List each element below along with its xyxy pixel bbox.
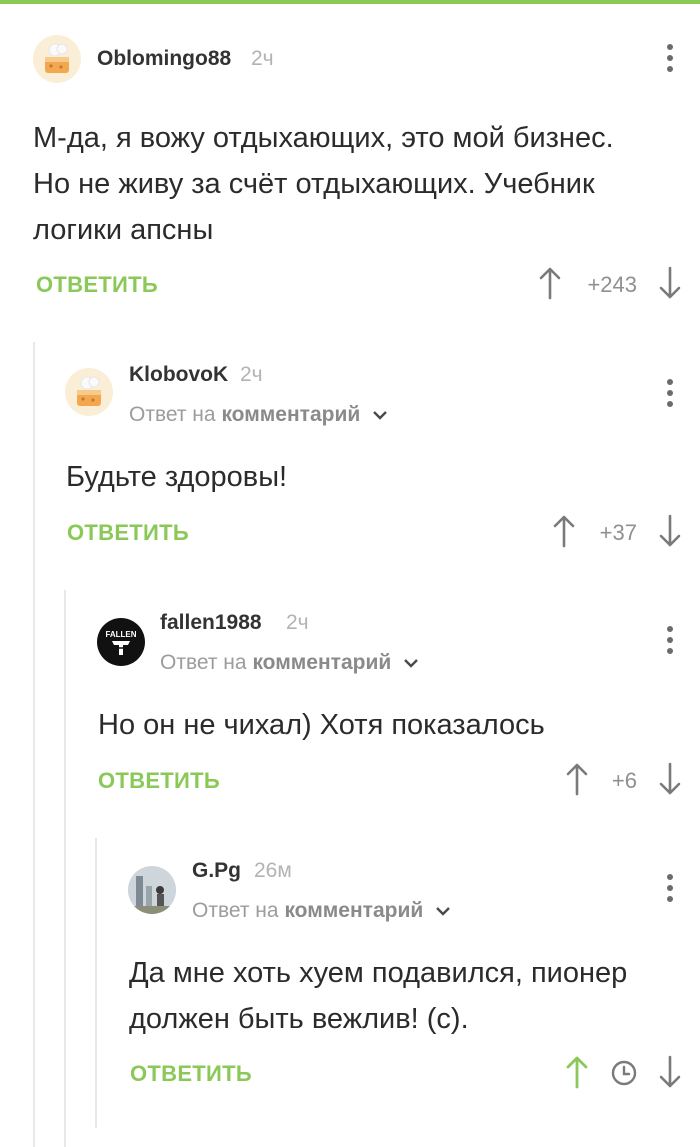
chevron-down-icon — [373, 411, 387, 421]
more-menu-icon[interactable] — [655, 622, 685, 658]
avatar-logo-text: FALLEN — [105, 630, 136, 639]
cake-avatar-icon — [77, 376, 101, 406]
clock-icon — [611, 1060, 637, 1086]
chevron-down-icon — [404, 659, 418, 669]
reply-button[interactable]: ОТВЕТИТЬ — [67, 520, 189, 546]
comment-text-line: Но он не чихал) Хотя показалось — [98, 709, 545, 741]
reply-button[interactable]: ОТВЕТИТЬ — [130, 1061, 252, 1087]
reply-to-link[interactable]: Ответ на комментарий — [129, 403, 388, 427]
reply-to-prefix: Ответ на — [160, 651, 247, 674]
comment-text-line: Но не живу за счёт отдыхающих. Учебник — [33, 168, 595, 200]
cake-avatar-icon — [45, 43, 69, 73]
thread-line-level-3 — [95, 838, 97, 1128]
reply-button[interactable]: ОТВЕТИТЬ — [98, 768, 220, 794]
reply-button[interactable]: ОТВЕТИТЬ — [36, 272, 158, 298]
avatar[interactable] — [128, 866, 176, 914]
thread-line-level-1 — [33, 342, 35, 1147]
username[interactable]: fallen1988 — [160, 611, 262, 635]
username[interactable]: Oblomingo88 — [97, 47, 231, 71]
rating-value: +243 — [587, 272, 637, 297]
reply-to-prefix: Ответ на — [192, 899, 279, 922]
thread-line-level-2 — [64, 590, 66, 1147]
username[interactable]: KlobovoK — [129, 363, 228, 387]
downvote-arrow-icon[interactable] — [658, 762, 682, 796]
avatar[interactable] — [65, 368, 113, 416]
comment-text-line: Да мне хоть хуем подавился, пионер — [129, 957, 628, 989]
fallen-logo-icon: FALLEN — [105, 630, 137, 655]
reply-to-prefix: Ответ на — [129, 403, 216, 426]
reply-to-link[interactable]: Ответ на комментарий — [160, 651, 419, 675]
upvote-arrow-icon-active[interactable] — [565, 1055, 589, 1089]
username[interactable]: G.Pg — [192, 859, 241, 883]
rating-value: +6 — [611, 768, 637, 793]
photo-avatar-icon — [128, 866, 176, 914]
upvote-arrow-icon[interactable] — [565, 762, 589, 796]
comment-time: 2ч — [240, 363, 263, 386]
upvote-arrow-icon[interactable] — [538, 266, 562, 300]
downvote-arrow-icon[interactable] — [658, 266, 682, 300]
comment-time: 2ч — [286, 611, 309, 634]
downvote-arrow-icon[interactable] — [658, 514, 682, 548]
top-accent-bar — [0, 0, 700, 4]
comment-time: 26м — [254, 859, 292, 882]
more-menu-icon[interactable] — [655, 375, 685, 411]
more-menu-icon[interactable] — [655, 870, 685, 906]
comment-text-line: должен быть вежлив! (с). — [129, 1003, 469, 1035]
reply-to-target: комментарий — [221, 403, 361, 426]
avatar[interactable]: FALLEN — [97, 618, 145, 666]
upvote-arrow-icon[interactable] — [552, 514, 576, 548]
chevron-down-icon — [436, 907, 450, 917]
more-menu-icon[interactable] — [655, 40, 685, 76]
comment-text-line: логики апсны — [33, 214, 214, 246]
reply-to-link[interactable]: Ответ на комментарий — [192, 899, 451, 923]
reply-to-target: комментарий — [284, 899, 424, 922]
rating-value: +37 — [599, 520, 637, 545]
comment-text-line: Будьте здоровы! — [66, 461, 288, 493]
comment-text-line: М-да, я вожу отдыхающих, это мой бизнес. — [33, 122, 614, 154]
downvote-arrow-icon[interactable] — [658, 1055, 682, 1089]
reply-to-target: комментарий — [252, 651, 392, 674]
comment-time: 2ч — [251, 47, 274, 70]
avatar[interactable] — [33, 35, 81, 83]
